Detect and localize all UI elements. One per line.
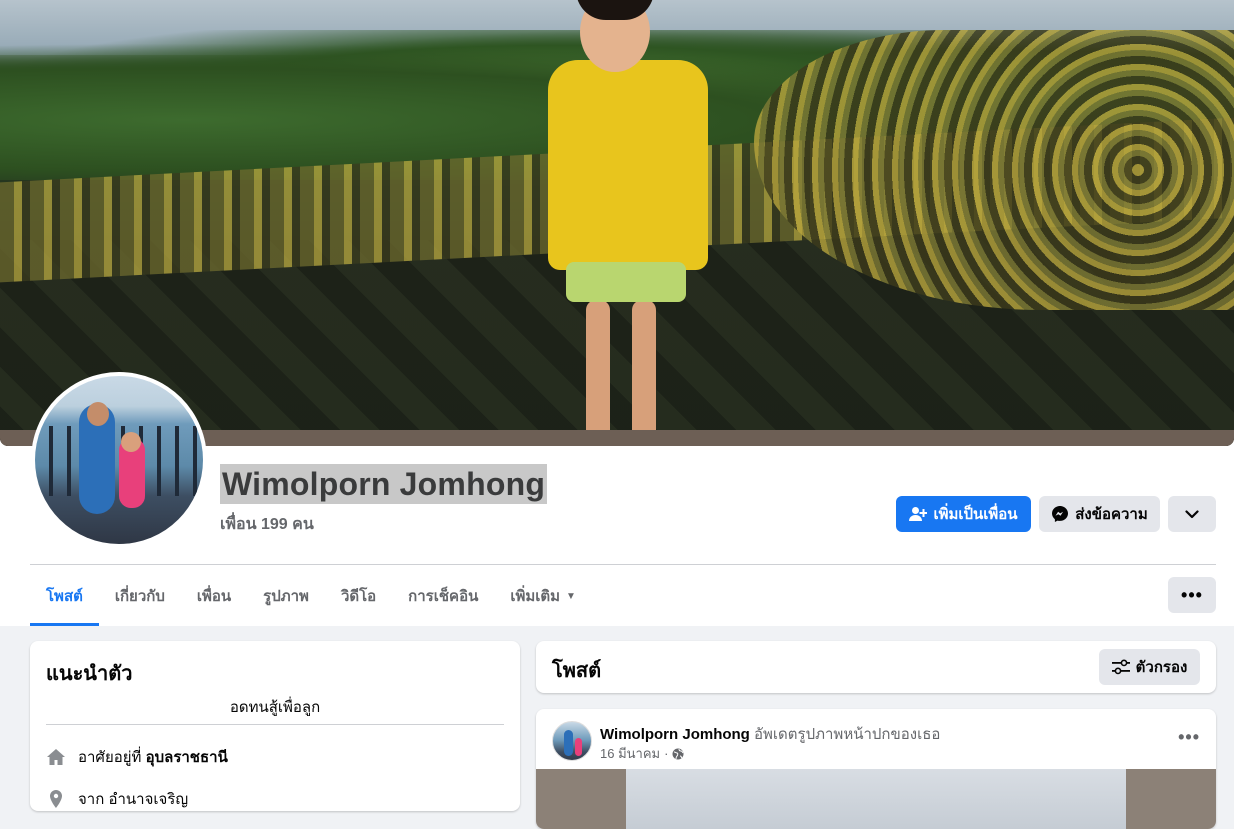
profile-tabs: โพสต์ เกี่ยวกับ เพื่อน รูปภาพ วิดีโอ การ… (30, 566, 592, 626)
ellipsis-icon: ••• (1181, 584, 1203, 605)
chevron-down-icon (1185, 509, 1199, 518)
cover-child (548, 0, 718, 446)
lives-prefix: อาศัยอยู่ที่ (78, 749, 142, 766)
filter-icon (1111, 659, 1130, 675)
intro-bio: อดทนสู้เพื่อลูก (229, 699, 321, 716)
globe-icon (672, 748, 684, 759)
more-options-button[interactable] (1168, 496, 1216, 532)
profile-header: Wimolporn Jomhong เพื่อน 199 คน เพิ่มเป็… (0, 0, 1234, 626)
filter-button[interactable]: ตัวกรอง (1099, 649, 1200, 685)
from-text: จาก อำนาจเจริญ (78, 791, 189, 808)
tab-checkins[interactable]: การเช็คอิน (392, 566, 494, 626)
ellipsis-icon: ••• (1178, 727, 1200, 747)
post-author-avatar[interactable] (552, 721, 592, 761)
intro-card: แนะนำตัว อดทนสู้เพื่อลูก อาศัยอยู่ที่ อุ… (30, 641, 520, 811)
friends-count[interactable]: เพื่อน 199 คน (220, 512, 314, 537)
filter-label: ตัวกรอง (1135, 659, 1188, 676)
post-author[interactable]: Wimolporn Jomhong (600, 726, 750, 743)
intro-title: แนะนำตัว (46, 663, 133, 685)
post-card: Wimolporn Jomhong อัพเดตรูปภาพหน้าปกของเ… (536, 709, 1216, 829)
message-button[interactable]: ส่งข้อความ (1039, 496, 1160, 532)
tab-more-options-button[interactable]: ••• (1168, 577, 1216, 613)
tab-posts[interactable]: โพสต์ (30, 566, 99, 626)
header-divider (30, 564, 1216, 565)
post-action: อัพเดตรูปภาพหน้าปกของเธอ (754, 726, 941, 743)
intro-from: จาก อำนาจเจริญ (46, 787, 188, 811)
tab-about[interactable]: เกี่ยวกับ (99, 566, 181, 626)
location-pin-icon (46, 789, 66, 809)
profile-name-text: Wimolporn Jomhong (220, 464, 548, 504)
messenger-icon (1052, 506, 1069, 522)
add-friend-button[interactable]: เพิ่มเป็นเพื่อน (896, 496, 1031, 532)
tab-photos[interactable]: รูปภาพ (247, 566, 325, 626)
intro-divider (46, 724, 504, 725)
lives-city[interactable]: อุบลราชธานี (146, 749, 228, 766)
post-meta-separator: · (664, 746, 669, 761)
add-friend-icon (909, 507, 928, 521)
cover-photo[interactable] (0, 0, 1234, 446)
add-friend-label: เพิ่มเป็นเพื่อน (933, 506, 1018, 523)
tab-more[interactable]: เพิ่มเติม ▼ (494, 566, 592, 626)
message-label: ส่งข้อความ (1075, 506, 1148, 523)
posts-header: โพสต์ ตัวกรอง (536, 641, 1216, 693)
profile-avatar[interactable] (31, 372, 207, 548)
home-icon (46, 747, 66, 767)
caret-down-icon: ▼ (566, 590, 576, 602)
post-options-button[interactable]: ••• (1178, 727, 1200, 748)
tab-friends[interactable]: เพื่อน (181, 566, 247, 626)
post-image[interactable] (536, 769, 1216, 829)
intro-lives-in: อาศัยอยู่ที่ อุบลราชธานี (46, 745, 228, 769)
profile-name: Wimolporn Jomhong (220, 464, 548, 508)
posts-title: โพสต์ (552, 660, 602, 682)
post-meta: 16 มีนาคม · (600, 743, 684, 764)
tab-videos[interactable]: วิดีโอ (325, 566, 392, 626)
post-date[interactable]: 16 มีนาคม (600, 743, 660, 764)
